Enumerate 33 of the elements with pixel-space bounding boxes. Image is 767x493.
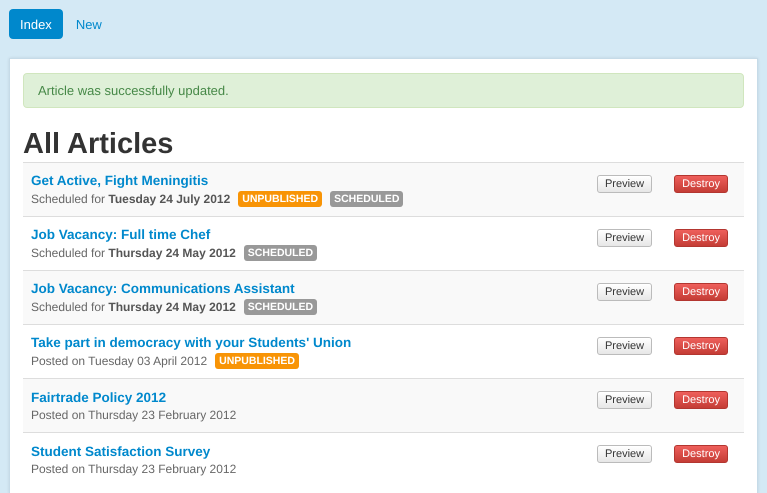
article-date: Scheduled for Thursday 24 May 2012 xyxy=(31,300,236,314)
article-title-link[interactable]: Job Vacancy: Communications Assistant xyxy=(31,280,295,296)
article-title-link[interactable]: Get Active, Fight Meningitis xyxy=(31,172,208,188)
preview-button[interactable]: Preview xyxy=(596,174,652,192)
destroy-button[interactable]: Destroy xyxy=(674,444,728,462)
destroy-button[interactable]: Destroy xyxy=(674,336,728,354)
status-badge: UNPUBLISHED xyxy=(215,352,299,368)
article-date: Posted on Thursday 23 February 2012 xyxy=(31,408,236,422)
status-badge: SCHEDULED xyxy=(244,298,318,314)
preview-button[interactable]: Preview xyxy=(596,282,652,300)
article-title-link[interactable]: Job Vacancy: Full time Chef xyxy=(31,226,210,242)
article-date: Posted on Tuesday 03 April 2012 xyxy=(31,354,208,368)
destroy-button[interactable]: Destroy xyxy=(674,282,728,300)
nav-tab[interactable]: Index xyxy=(9,9,63,39)
destroy-button[interactable]: Destroy xyxy=(674,174,728,192)
status-badge: SCHEDULED xyxy=(244,244,318,260)
destroy-button[interactable]: Destroy xyxy=(674,390,728,408)
preview-button[interactable]: Preview xyxy=(596,336,652,354)
status-badge: SCHEDULED xyxy=(330,190,404,206)
success-alert: Article was successfully updated. xyxy=(23,73,744,108)
article-title-link[interactable]: Take part in democracy with your Students' Union xyxy=(31,334,352,350)
nav-tab[interactable]: New xyxy=(64,9,113,39)
preview-button[interactable]: Preview xyxy=(596,444,652,462)
preview-button[interactable]: Preview xyxy=(596,228,652,246)
page-heading: All Articles xyxy=(23,128,174,160)
preview-button[interactable]: Preview xyxy=(596,390,652,408)
article-title-link[interactable]: Fairtrade Policy 2012 xyxy=(31,390,166,404)
article-title-link[interactable]: Student Satisfaction Survey xyxy=(31,444,210,458)
destroy-button[interactable]: Destroy xyxy=(674,228,728,246)
article-date: Scheduled for Thursday 24 May 2012 xyxy=(31,246,236,260)
article-date: Scheduled for Tuesday 24 July 2012 xyxy=(31,192,230,206)
article-date: Posted on Thursday 23 February 2012 xyxy=(31,462,236,476)
status-badge: UNPUBLISHED xyxy=(238,190,322,206)
